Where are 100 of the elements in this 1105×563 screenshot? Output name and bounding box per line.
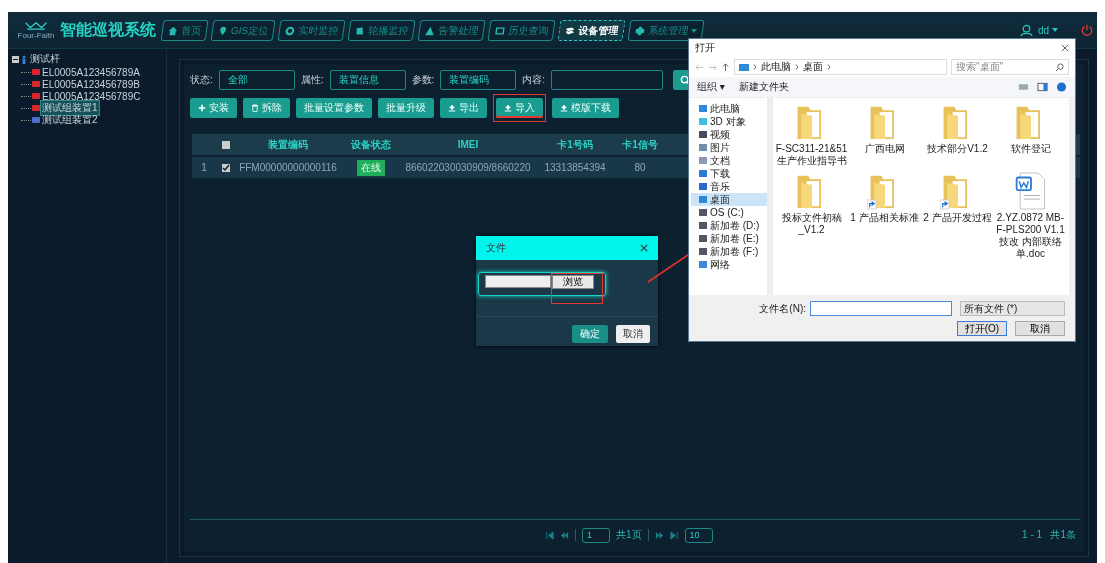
power-icon[interactable] [1081, 24, 1093, 36]
file-name: 技术部分V1.2 [926, 143, 989, 155]
navigation-item[interactable]: 文档 [691, 154, 767, 167]
tree-item[interactable]: EL0005A123456789A [41, 66, 141, 78]
nav-tab[interactable]: 系统管理 [627, 19, 705, 41]
nav-tab[interactable]: 轮播监控 [347, 19, 416, 41]
breadcrumb[interactable]: 桌面 [803, 60, 823, 74]
column-header: 卡1号码 [556, 137, 594, 152]
file-name: 2 产品开发过程 [922, 212, 993, 224]
filter-field[interactable]: 装置信息 [329, 70, 406, 90]
collapse-icon[interactable] [12, 55, 19, 63]
filter-label: 内容: [522, 73, 546, 87]
upload-icon [504, 104, 512, 112]
navigation-item[interactable]: 视频 [691, 128, 767, 141]
navigation-item[interactable]: 3D 对象 [691, 115, 767, 128]
first-page-icon[interactable] [545, 530, 554, 540]
file-name-field[interactable] [810, 301, 952, 316]
upload-icon [448, 104, 456, 112]
open-button[interactable]: 打开(O) [957, 321, 1007, 336]
file-name: 软件登记 [1009, 143, 1052, 155]
search-field[interactable]: 搜索"桌面" [951, 59, 1069, 75]
close-icon[interactable] [1061, 44, 1069, 52]
filter-label: 属性: [300, 73, 324, 87]
tree-item[interactable]: 测试杆 [29, 52, 61, 66]
file-item[interactable]: 2 产品开发过程 [921, 171, 994, 260]
file-type-dropdown[interactable]: 所有文件 (*) [960, 301, 1065, 316]
user-menu[interactable]: dd [1037, 24, 1049, 36]
navigation-item[interactable]: 新加卷 (E:) [691, 232, 767, 245]
file-item[interactable]: F-SC311-21&51 生产作业指导书 [775, 102, 848, 167]
file-item[interactable]: 软件登记 [994, 102, 1067, 167]
file-name: 1 产品相关标准 [849, 212, 920, 224]
file-item[interactable]: 1 产品相关标准 [848, 171, 921, 260]
close-icon[interactable] [640, 244, 648, 252]
person-icon [21, 54, 27, 64]
file-item[interactable]: 广西电网 [848, 102, 921, 167]
filter-field[interactable] [551, 70, 664, 90]
nav-tab[interactable]: 实时监控 [277, 19, 346, 41]
navigation-item[interactable]: 新加卷 (F:) [691, 245, 767, 258]
table-cell-text: FFM00000000000116 [238, 162, 338, 173]
next-page-icon[interactable] [654, 530, 664, 540]
tree-item[interactable]: EL0005A123456789C [41, 90, 142, 102]
nav-tab[interactable]: GIS定位 [210, 19, 276, 41]
file-name: F-SC311-21&51 生产作业指导书 [775, 143, 848, 167]
navigation-item[interactable]: 桌面 [691, 193, 767, 206]
column-header: 装置编码 [267, 137, 309, 152]
column-header: IMEI [456, 139, 480, 150]
select-all-checkbox[interactable] [222, 140, 230, 149]
browse-button[interactable]: 浏览 [552, 275, 594, 289]
breadcrumb[interactable]: 此电脑 [761, 60, 791, 74]
page-size-field[interactable]: 10 [684, 527, 713, 543]
new-folder-button[interactable]: 新建文件夹 [738, 80, 789, 94]
tree-item[interactable]: 测试组装置1 [41, 101, 99, 115]
user-icon [1019, 23, 1033, 37]
row-checkbox[interactable] [222, 163, 230, 172]
column-header: 设备状态 [350, 137, 392, 152]
table-cell-text: 80 [633, 162, 647, 173]
nav-tab[interactable]: 告警处理 [417, 19, 486, 41]
tree-item[interactable]: EL0005A123456789B [41, 78, 141, 90]
up-arrow-icon[interactable] [721, 62, 730, 72]
file-item[interactable]: 投标文件初稿_V1.2 [775, 171, 848, 260]
row-number: 1 [200, 162, 208, 173]
tree-item[interactable]: 测试组装置2 [41, 113, 99, 127]
logo-icon [24, 20, 48, 31]
address-bar[interactable]: 此电脑 桌面 [734, 59, 947, 75]
nav-tab[interactable]: 首页 [160, 19, 209, 41]
navigation-item[interactable]: OS (C:) [691, 206, 767, 219]
location-pin-icon [217, 25, 229, 35]
navigation-item[interactable]: 网络 [691, 258, 767, 271]
previous-page-icon[interactable] [560, 530, 569, 540]
page-number-field[interactable]: 1 [582, 527, 610, 543]
app-title: 智能巡视系统 [60, 19, 156, 40]
cancel-button[interactable]: 取消 [1015, 321, 1065, 336]
cancel-button[interactable]: 取消 [616, 325, 650, 343]
nav-tab[interactable]: 设备管理 [557, 19, 626, 41]
status-badge: 在线 [357, 159, 385, 176]
file-path-field[interactable] [485, 275, 551, 288]
filter-field[interactable]: 全部 [218, 70, 295, 90]
filter-label: 参数: [411, 73, 435, 87]
navigation-item[interactable]: 音乐 [691, 180, 767, 193]
warning-icon [424, 25, 436, 35]
filter-field[interactable]: 装置编码 [440, 70, 517, 90]
column-header: 卡1信号 [621, 137, 659, 152]
home-icon [167, 25, 179, 35]
navigation-item[interactable]: 此电脑 [691, 102, 767, 115]
nav-tab[interactable]: 历史查询 [487, 19, 556, 41]
chevron-icon [795, 64, 799, 70]
confirm-button[interactable]: 确定 [572, 325, 608, 343]
navigation-item[interactable]: 图片 [691, 141, 767, 154]
upload-icon [560, 104, 568, 112]
organize-menu[interactable]: 组织 ▾ [697, 80, 725, 94]
navigation-item[interactable]: 下载 [691, 167, 767, 180]
last-page-icon[interactable] [669, 530, 679, 540]
logo-text: Four-Faith [17, 30, 55, 40]
file-item[interactable]: 2.YZ.0872 MB-F-PLS200 V1.1 技改 内部联络单.doc [994, 171, 1067, 260]
dialog-title: 文件 [486, 241, 506, 255]
chevron-icon [753, 64, 757, 70]
record-summary: 1 - 1 共1条 [1022, 528, 1076, 542]
eye-icon [284, 25, 296, 35]
navigation-item[interactable]: 新加卷 (D:) [691, 219, 767, 232]
file-item[interactable]: 技术部分V1.2 [921, 102, 994, 167]
